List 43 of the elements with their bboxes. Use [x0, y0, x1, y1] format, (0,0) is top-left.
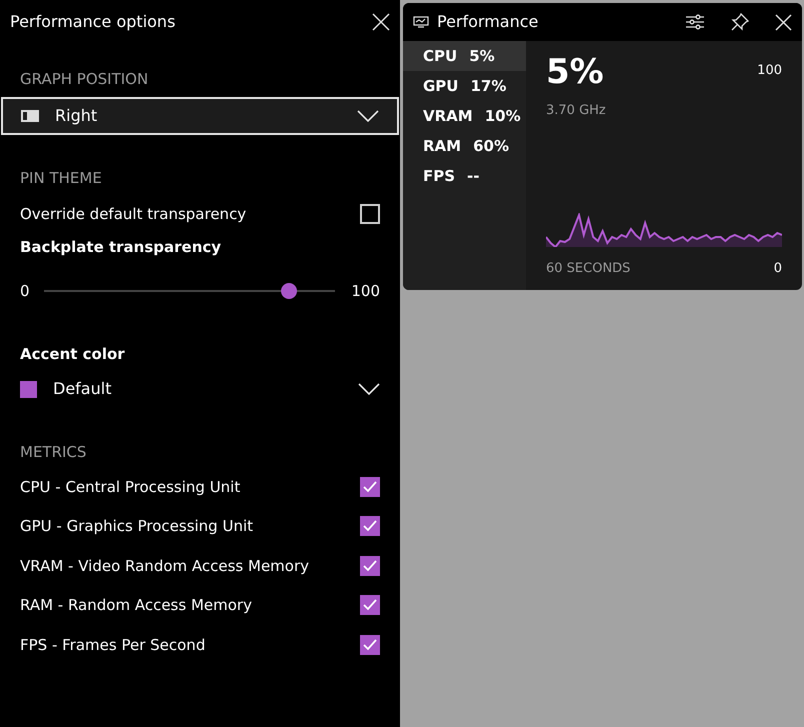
close-icon[interactable]: [372, 13, 390, 31]
sliders-icon[interactable]: [685, 14, 705, 30]
section-heading: PIN THEME: [19, 168, 103, 188]
accent-label: Accent color: [19, 344, 126, 364]
metric-tab[interactable]: FPS --: [403, 161, 526, 191]
layout-icon: [21, 110, 39, 122]
panel-title: Performance options: [10, 11, 176, 33]
section-heading: GRAPH POSITION: [19, 69, 150, 90]
checkbox-label: CPU - Central Processing Unit: [20, 476, 240, 498]
metric-tab[interactable]: GPU 17%: [403, 71, 526, 101]
checkbox[interactable]: [360, 595, 380, 616]
slider-min: 0: [20, 281, 28, 302]
chevron-down-icon: [358, 383, 380, 395]
metric-tab[interactable]: CPU 5%: [403, 41, 526, 71]
checkbox-label: FPS - Frames Per Second: [20, 634, 206, 656]
slider-thumb[interactable]: [280, 283, 297, 300]
checkbox[interactable]: [360, 204, 380, 224]
accent-color-dropdown[interactable]: Default: [20, 377, 380, 401]
checkbox[interactable]: [360, 556, 380, 576]
checkbox-label: VRAM - Video Random Access Memory: [20, 556, 310, 576]
time-span: 60 SECONDS: [546, 260, 630, 278]
slider-max: 100: [351, 281, 380, 302]
checkbox[interactable]: [360, 634, 380, 655]
monitor-icon: [413, 16, 429, 28]
scale-max: 100: [757, 62, 782, 80]
chevron-down-icon: [357, 110, 379, 122]
graph-position-dropdown[interactable]: Right: [1, 96, 399, 134]
pin-icon[interactable]: [731, 13, 749, 31]
big-value: 5%: [546, 55, 604, 89]
checkbox-label: GPU - Graphics Processing Unit: [20, 516, 254, 537]
close-icon[interactable]: [775, 14, 792, 30]
checkbox[interactable]: [360, 516, 380, 536]
checkbox[interactable]: [360, 476, 380, 497]
checkbox-label: RAM - Random Access Memory: [20, 595, 252, 616]
slider-label: Backplate transparency: [19, 236, 222, 258]
widget-title: Performance: [437, 11, 540, 33]
metric-tab[interactable]: RAM 60%: [403, 131, 526, 161]
checkbox-label: Override default transparency: [20, 204, 246, 225]
frequency-text: 3.70 GHz: [546, 102, 607, 120]
section-heading: METRICS: [19, 442, 88, 463]
scale-min: 0: [774, 260, 782, 278]
slider[interactable]: [44, 283, 336, 300]
metric-tab[interactable]: VRAM 10%: [403, 101, 526, 131]
